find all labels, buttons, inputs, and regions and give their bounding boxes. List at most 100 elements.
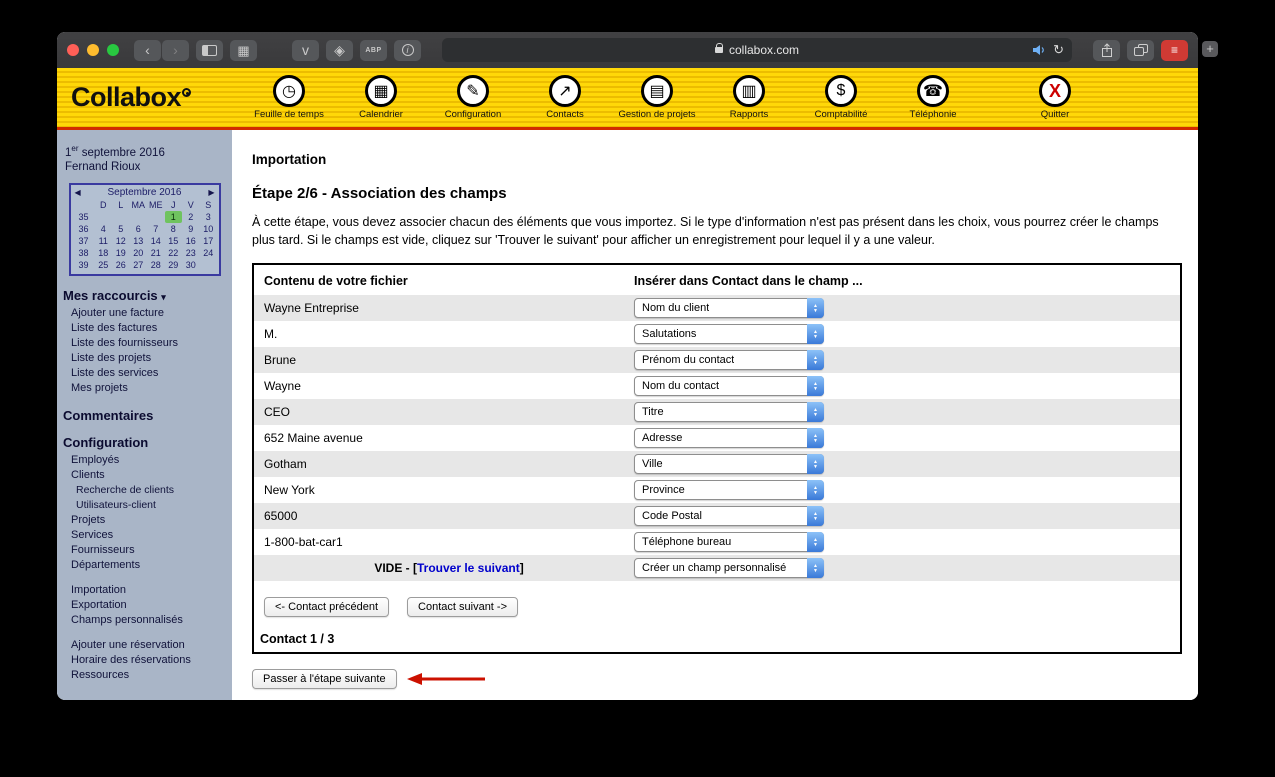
nav-item-feuille-de-temps[interactable]: ◷ Feuille de temps (255, 75, 323, 120)
calendar-day[interactable]: 27 (130, 259, 148, 271)
calendar-next-icon[interactable]: ▶ (208, 188, 214, 197)
sidebar-item-champs-personnalises[interactable]: Champs personnalisés (57, 613, 232, 628)
sidebar-item-departements[interactable]: Départements (57, 558, 232, 573)
field-select[interactable]: Titre▲▼ (634, 402, 824, 422)
calendar-day[interactable]: 9 (182, 223, 200, 235)
sidebar-item-horaire-reservations[interactable]: Horaire des réservations (57, 653, 232, 668)
next-contact-button[interactable]: Contact suivant -> (407, 597, 518, 617)
calendar-day[interactable] (112, 211, 130, 223)
field-select[interactable]: Adresse▲▼ (634, 428, 824, 448)
sidebar-item-recherche-clients[interactable]: Recherche de clients (57, 483, 232, 498)
calendar-day[interactable]: 5 (112, 223, 130, 235)
field-select[interactable]: Salutations▲▼ (634, 324, 824, 344)
sidebar-item-ressources[interactable]: Ressources (57, 668, 232, 683)
calendar-day[interactable]: 15 (165, 235, 183, 247)
collabox-logo[interactable]: Collabox (71, 82, 239, 113)
calendar-day[interactable] (147, 211, 165, 223)
find-next-link[interactable]: Trouver le suivant (417, 561, 520, 575)
calendar-day[interactable]: 4 (95, 223, 113, 235)
calendar-day[interactable]: 8 (165, 223, 183, 235)
sidebar-item-liste-fournisseurs[interactable]: Liste des fournisseurs (57, 336, 232, 351)
calendar-day[interactable]: 22 (165, 247, 183, 259)
calendar-day[interactable]: 10 (200, 223, 218, 235)
calendar-day[interactable]: 26 (112, 259, 130, 271)
extension-button[interactable]: ◈ (326, 40, 353, 61)
calendar-day[interactable]: 11 (95, 235, 113, 247)
calendar-prev-icon[interactable]: ◀ (75, 188, 81, 197)
field-select[interactable]: Nom du contact▲▼ (634, 376, 824, 396)
zoom-window-button[interactable] (107, 44, 119, 56)
calendar-day[interactable]: 23 (182, 247, 200, 259)
calendar-day[interactable]: 14 (147, 235, 165, 247)
sidebar-item-ajouter-reservation[interactable]: Ajouter une réservation (57, 638, 232, 653)
sidebar-toggle-button[interactable] (196, 40, 223, 61)
nav-item-telephonie[interactable]: ☎ Téléphonie (899, 75, 967, 120)
reload-icon[interactable]: ↻ (1053, 42, 1064, 58)
sidebar-item-liste-services[interactable]: Liste des services (57, 366, 232, 381)
adblock-extension-button[interactable]: ABP (360, 40, 387, 61)
sidebar-item-liste-projets[interactable]: Liste des projets (57, 351, 232, 366)
sidebar-item-exportation[interactable]: Exportation (57, 598, 232, 613)
field-select[interactable]: Créer un champ personnalisé▲▼ (634, 558, 824, 578)
comments-heading[interactable]: Commentaires (63, 408, 232, 423)
calendar-day[interactable]: 21 (147, 247, 165, 259)
calendar-day[interactable]: 28 (147, 259, 165, 271)
field-select[interactable]: Code Postal▲▼ (634, 506, 824, 526)
field-select[interactable]: Province▲▼ (634, 480, 824, 500)
calendar-day[interactable]: 20 (130, 247, 148, 259)
calendar-day[interactable]: 3 (200, 211, 218, 223)
forward-button[interactable]: › (162, 40, 189, 61)
next-step-button[interactable]: Passer à l'étape suivante (252, 669, 397, 689)
calendar-day[interactable] (130, 211, 148, 223)
field-select[interactable]: Nom du client▲▼ (634, 298, 824, 318)
sidebar-item-services[interactable]: Services (57, 528, 232, 543)
sidebar-item-employes[interactable]: Employés (57, 453, 232, 468)
nav-item-rapports[interactable]: ▥ Rapports (715, 75, 783, 120)
sidebar-item-importation[interactable]: Importation (57, 583, 232, 598)
audio-mute-icon[interactable] (1032, 44, 1046, 56)
back-button[interactable]: ‹ (134, 40, 161, 61)
sidebar-item-mes-projets[interactable]: Mes projets (57, 381, 232, 396)
calendar-day[interactable]: 25 (95, 259, 113, 271)
close-window-button[interactable] (67, 44, 79, 56)
field-select[interactable]: Prénom du contact▲▼ (634, 350, 824, 370)
sidebar-item-liste-factures[interactable]: Liste des factures (57, 321, 232, 336)
calendar-day[interactable]: 12 (112, 235, 130, 247)
nav-item-contacts[interactable]: ↗ Contacts (531, 75, 599, 120)
field-select[interactable]: Ville▲▼ (634, 454, 824, 474)
nav-item-comptabilite[interactable]: $ Comptabilité (807, 75, 875, 120)
nav-item-gestion-de-projets[interactable]: ▤ Gestion de projets (623, 75, 691, 120)
calendar-day[interactable]: 24 (200, 247, 218, 259)
info-extension-button[interactable]: i (394, 40, 421, 61)
sidebar-item-clients[interactable]: Clients (57, 468, 232, 483)
share-button[interactable] (1093, 40, 1120, 61)
calendar-day[interactable]: 29 (165, 259, 183, 271)
shortcuts-heading[interactable]: Mes raccourcis ▾ (63, 288, 232, 303)
nav-item-calendrier[interactable]: ▦ Calendrier (347, 75, 415, 120)
sidebar-item-ajouter-facture[interactable]: Ajouter une facture (57, 306, 232, 321)
calendar-day[interactable]: 6 (130, 223, 148, 235)
calendar-day[interactable]: 16 (182, 235, 200, 247)
calendar-day[interactable]: 17 (200, 235, 218, 247)
top-sites-button[interactable]: ▦ (230, 40, 257, 61)
calendar-day[interactable]: 19 (112, 247, 130, 259)
calendar-day[interactable]: 30 (182, 259, 200, 271)
pocket-extension-button[interactable]: v (292, 40, 319, 61)
sidebar-item-fournisseurs[interactable]: Fournisseurs (57, 543, 232, 558)
calendar-day[interactable]: 18 (95, 247, 113, 259)
sidebar-item-utilisateurs-client[interactable]: Utilisateurs-client (57, 498, 232, 513)
calendar-day[interactable]: 2 (182, 211, 200, 223)
minimize-window-button[interactable] (87, 44, 99, 56)
address-bar[interactable]: collabox.com ↻ (442, 38, 1072, 62)
new-tab-button[interactable]: + (1202, 41, 1218, 57)
calendar-day[interactable] (200, 259, 218, 271)
configuration-heading[interactable]: Configuration (63, 435, 232, 450)
menu-extension-button[interactable]: ≡ (1161, 40, 1188, 61)
nav-item-quitter[interactable]: X Quitter (1021, 75, 1089, 120)
previous-contact-button[interactable]: <- Contact précédent (264, 597, 389, 617)
nav-item-configuration[interactable]: ✎ Configuration (439, 75, 507, 120)
sidebar-item-projets[interactable]: Projets (57, 513, 232, 528)
tabs-overview-button[interactable] (1127, 40, 1154, 61)
calendar-day[interactable]: 7 (147, 223, 165, 235)
calendar-day[interactable] (95, 211, 113, 223)
